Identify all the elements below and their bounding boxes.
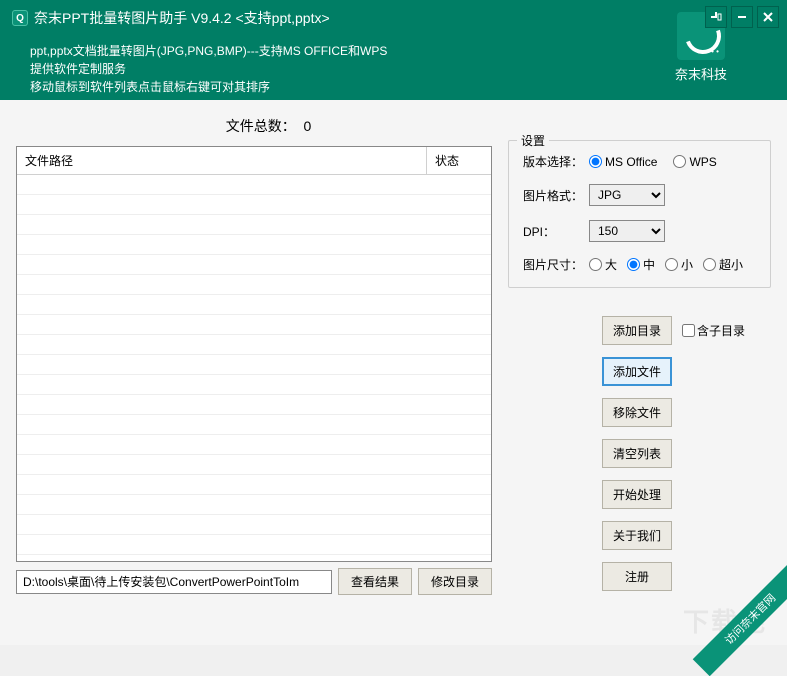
column-header-status[interactable]: 状态 xyxy=(427,147,491,174)
view-result-button[interactable]: 查看结果 xyxy=(338,568,412,595)
radio-size-large[interactable]: 大 xyxy=(589,256,617,273)
remove-file-button[interactable]: 移除文件 xyxy=(602,398,672,427)
dpi-select[interactable]: 150 xyxy=(589,220,665,242)
body-area: 文件总数： 0 文件路径 状态 xyxy=(0,100,787,645)
clear-list-button[interactable]: 清空列表 xyxy=(602,439,672,468)
radio-size-small[interactable]: 小 xyxy=(665,256,693,273)
app-icon: Q xyxy=(12,10,28,26)
table-row xyxy=(17,355,491,375)
start-button[interactable]: 开始处理 xyxy=(602,480,672,509)
pin-button[interactable] xyxy=(705,6,727,28)
table-row xyxy=(17,475,491,495)
table-row xyxy=(17,395,491,415)
radio-wps[interactable]: WPS xyxy=(673,155,716,169)
table-row xyxy=(17,195,491,215)
table-row xyxy=(17,515,491,535)
minimize-button[interactable] xyxy=(731,6,753,28)
version-label: 版本选择： xyxy=(523,153,589,170)
modify-dir-button[interactable]: 修改目录 xyxy=(418,568,492,595)
table-row xyxy=(17,435,491,455)
table-row xyxy=(17,235,491,255)
register-button[interactable]: 注册 xyxy=(602,562,672,591)
format-label: 图片格式： xyxy=(523,187,589,204)
file-count-label: 文件总数： 0 xyxy=(0,116,771,136)
add-file-button[interactable]: 添加文件 xyxy=(602,357,672,386)
titlebar: Q 奈末PPT批量转图片助手 V9.4.2 <支持ppt,pptx> ppt,p… xyxy=(0,0,787,100)
table-row xyxy=(17,335,491,355)
table-row xyxy=(17,315,491,335)
table-row xyxy=(17,275,491,295)
desc-line-3: 移动鼠标到软件列表点击鼠标右键可对其排序 xyxy=(30,78,775,96)
table-row xyxy=(17,215,491,235)
table-row xyxy=(17,495,491,515)
desc-line-2: 提供软件定制服务 xyxy=(30,60,775,78)
file-list-body[interactable] xyxy=(17,175,491,562)
dpi-label: DPI： xyxy=(523,223,589,240)
desc-line-1: ppt,pptx文档批量转图片(JPG,PNG,BMP)---支持MS OFFI… xyxy=(30,42,775,60)
table-row xyxy=(17,415,491,435)
window-title: 奈末PPT批量转图片助手 V9.4.2 <支持ppt,pptx> xyxy=(34,8,330,28)
file-list[interactable]: 文件路径 状态 xyxy=(16,146,492,562)
close-button[interactable] xyxy=(757,6,779,28)
table-row xyxy=(17,375,491,395)
radio-ms-office[interactable]: MS Office xyxy=(589,155,657,169)
company-name: 奈末科技 xyxy=(675,64,727,83)
format-select[interactable]: JPG xyxy=(589,184,665,206)
size-label: 图片尺寸： xyxy=(523,256,589,273)
table-row xyxy=(17,255,491,275)
table-row xyxy=(17,295,491,315)
table-row xyxy=(17,535,491,555)
table-row xyxy=(17,175,491,195)
file-count-value: 0 xyxy=(303,118,311,134)
radio-size-medium[interactable]: 中 xyxy=(627,256,655,273)
column-header-path[interactable]: 文件路径 xyxy=(17,147,427,174)
table-row xyxy=(17,455,491,475)
radio-size-xsmall[interactable]: 超小 xyxy=(703,256,743,273)
about-button[interactable]: 关于我们 xyxy=(602,521,672,550)
settings-group-title: 设置 xyxy=(517,132,549,149)
include-subdir-checkbox[interactable]: 含子目录 xyxy=(682,322,745,339)
output-path-input[interactable] xyxy=(16,570,332,594)
settings-group: 设置 版本选择： MS Office WPS 图片格式： xyxy=(508,140,771,288)
add-dir-button[interactable]: 添加目录 xyxy=(602,316,672,345)
